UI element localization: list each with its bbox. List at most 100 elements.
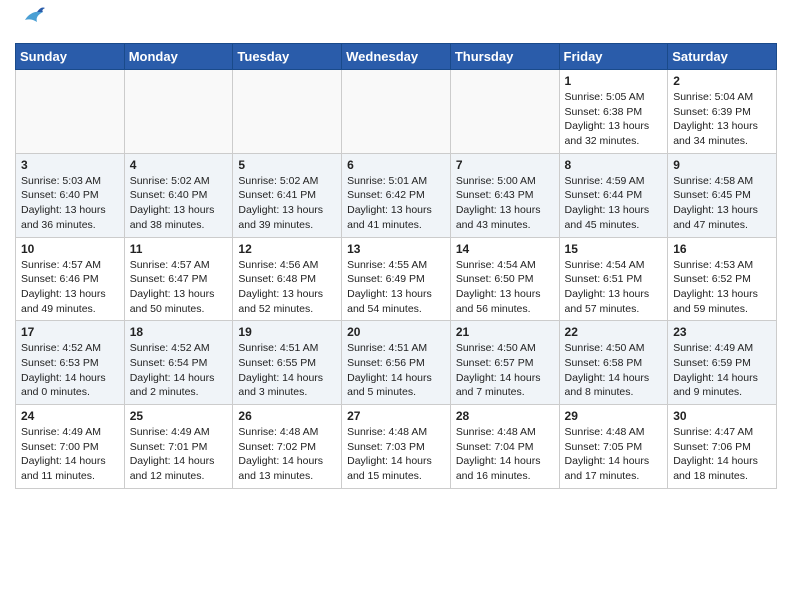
weekday-saturday: Saturday <box>668 44 777 70</box>
day-info: Sunrise: 4:48 AM Sunset: 7:05 PM Dayligh… <box>565 425 663 484</box>
day-info: Sunrise: 4:50 AM Sunset: 6:57 PM Dayligh… <box>456 341 554 400</box>
day-number: 7 <box>456 158 554 172</box>
day-info: Sunrise: 5:04 AM Sunset: 6:39 PM Dayligh… <box>673 90 771 149</box>
day-number: 5 <box>238 158 336 172</box>
weekday-header-row: SundayMondayTuesdayWednesdayThursdayFrid… <box>16 44 777 70</box>
day-cell: 15 Sunrise: 4:54 AM Sunset: 6:51 PM Dayli… <box>559 237 668 321</box>
day-info: Sunrise: 4:51 AM Sunset: 6:56 PM Dayligh… <box>347 341 445 400</box>
day-info: Sunrise: 5:02 AM Sunset: 6:40 PM Dayligh… <box>130 174 228 233</box>
day-cell: 2 Sunrise: 5:04 AM Sunset: 6:39 PM Daylig… <box>668 70 777 154</box>
weekday-wednesday: Wednesday <box>342 44 451 70</box>
day-info: Sunrise: 4:57 AM Sunset: 6:47 PM Dayligh… <box>130 258 228 317</box>
day-number: 2 <box>673 74 771 88</box>
day-info: Sunrise: 5:02 AM Sunset: 6:41 PM Dayligh… <box>238 174 336 233</box>
weekday-thursday: Thursday <box>450 44 559 70</box>
day-number: 12 <box>238 242 336 256</box>
day-cell: 19 Sunrise: 4:51 AM Sunset: 6:55 PM Dayli… <box>233 321 342 405</box>
day-cell: 25Sunrise: 4:49 AM Sunset: 7:01 PM Dayli… <box>124 405 233 489</box>
day-number: 30 <box>673 409 771 423</box>
day-cell: 22 Sunrise: 4:50 AM Sunset: 6:58 PM Dayli… <box>559 321 668 405</box>
day-info: Sunrise: 4:51 AM Sunset: 6:55 PM Dayligh… <box>238 341 336 400</box>
day-number: 20 <box>347 325 445 339</box>
day-cell: 26 Sunrise: 4:48 AM Sunset: 7:02 PM Dayli… <box>233 405 342 489</box>
day-info: Sunrise: 4:49 AM Sunset: 6:59 PM Dayligh… <box>673 341 771 400</box>
day-info: Sunrise: 4:54 AM Sunset: 6:51 PM Dayligh… <box>565 258 663 317</box>
day-info: Sunrise: 4:48 AM Sunset: 7:04 PM Dayligh… <box>456 425 554 484</box>
day-cell: 16 Sunrise: 4:53 AM Sunset: 6:52 PM Dayli… <box>668 237 777 321</box>
day-number: 19 <box>238 325 336 339</box>
day-info: Sunrise: 5:01 AM Sunset: 6:42 PM Dayligh… <box>347 174 445 233</box>
page: SundayMondayTuesdayWednesdayThursdayFrid… <box>0 0 792 499</box>
day-cell: 13Sunrise: 4:55 AM Sunset: 6:49 PM Dayli… <box>342 237 451 321</box>
day-info: Sunrise: 4:52 AM Sunset: 6:54 PM Dayligh… <box>130 341 228 400</box>
day-cell: 8 Sunrise: 4:59 AM Sunset: 6:44 PM Daylig… <box>559 153 668 237</box>
day-number: 17 <box>21 325 119 339</box>
weekday-friday: Friday <box>559 44 668 70</box>
day-info: Sunrise: 4:48 AM Sunset: 7:03 PM Dayligh… <box>347 425 445 484</box>
day-info: Sunrise: 4:50 AM Sunset: 6:58 PM Dayligh… <box>565 341 663 400</box>
day-info: Sunrise: 4:56 AM Sunset: 6:48 PM Dayligh… <box>238 258 336 317</box>
week-row-5: 24Sunrise: 4:49 AM Sunset: 7:00 PM Dayli… <box>16 405 777 489</box>
day-cell: 7 Sunrise: 5:00 AM Sunset: 6:43 PM Daylig… <box>450 153 559 237</box>
day-cell <box>16 70 125 154</box>
day-cell <box>450 70 559 154</box>
week-row-4: 17 Sunrise: 4:52 AM Sunset: 6:53 PM Dayli… <box>16 321 777 405</box>
day-cell: 9 Sunrise: 4:58 AM Sunset: 6:45 PM Daylig… <box>668 153 777 237</box>
day-cell: 23 Sunrise: 4:49 AM Sunset: 6:59 PM Dayli… <box>668 321 777 405</box>
week-row-3: 10 Sunrise: 4:57 AM Sunset: 6:46 PM Dayli… <box>16 237 777 321</box>
day-number: 3 <box>21 158 119 172</box>
day-cell: 24Sunrise: 4:49 AM Sunset: 7:00 PM Dayli… <box>16 405 125 489</box>
day-number: 22 <box>565 325 663 339</box>
day-number: 4 <box>130 158 228 172</box>
day-number: 9 <box>673 158 771 172</box>
calendar-table: SundayMondayTuesdayWednesdayThursdayFrid… <box>15 43 777 489</box>
day-number: 6 <box>347 158 445 172</box>
day-info: Sunrise: 4:47 AM Sunset: 7:06 PM Dayligh… <box>673 425 771 484</box>
logo <box>15 10 47 37</box>
day-cell: 27 Sunrise: 4:48 AM Sunset: 7:03 PM Dayli… <box>342 405 451 489</box>
day-cell: 1Sunrise: 5:05 AM Sunset: 6:38 PM Daylig… <box>559 70 668 154</box>
day-info: Sunrise: 5:05 AM Sunset: 6:38 PM Dayligh… <box>565 90 663 149</box>
day-info: Sunrise: 5:03 AM Sunset: 6:40 PM Dayligh… <box>21 174 119 233</box>
day-info: Sunrise: 4:53 AM Sunset: 6:52 PM Dayligh… <box>673 258 771 317</box>
day-cell: 29 Sunrise: 4:48 AM Sunset: 7:05 PM Dayli… <box>559 405 668 489</box>
day-info: Sunrise: 4:49 AM Sunset: 7:01 PM Dayligh… <box>130 425 228 484</box>
weekday-tuesday: Tuesday <box>233 44 342 70</box>
day-cell <box>124 70 233 154</box>
day-info: Sunrise: 4:52 AM Sunset: 6:53 PM Dayligh… <box>21 341 119 400</box>
day-info: Sunrise: 4:58 AM Sunset: 6:45 PM Dayligh… <box>673 174 771 233</box>
day-number: 23 <box>673 325 771 339</box>
day-cell: 18Sunrise: 4:52 AM Sunset: 6:54 PM Dayli… <box>124 321 233 405</box>
day-number: 26 <box>238 409 336 423</box>
day-number: 24 <box>21 409 119 423</box>
day-number: 27 <box>347 409 445 423</box>
day-cell <box>342 70 451 154</box>
day-cell: 21 Sunrise: 4:50 AM Sunset: 6:57 PM Dayli… <box>450 321 559 405</box>
day-cell: 12 Sunrise: 4:56 AM Sunset: 6:48 PM Dayli… <box>233 237 342 321</box>
weekday-monday: Monday <box>124 44 233 70</box>
day-number: 15 <box>565 242 663 256</box>
day-number: 8 <box>565 158 663 172</box>
day-cell: 5 Sunrise: 5:02 AM Sunset: 6:41 PM Daylig… <box>233 153 342 237</box>
day-info: Sunrise: 4:55 AM Sunset: 6:49 PM Dayligh… <box>347 258 445 317</box>
day-info: Sunrise: 4:59 AM Sunset: 6:44 PM Dayligh… <box>565 174 663 233</box>
day-number: 28 <box>456 409 554 423</box>
day-cell <box>233 70 342 154</box>
day-number: 10 <box>21 242 119 256</box>
day-cell: 6 Sunrise: 5:01 AM Sunset: 6:42 PM Daylig… <box>342 153 451 237</box>
day-cell: 3 Sunrise: 5:03 AM Sunset: 6:40 PM Daylig… <box>16 153 125 237</box>
logo-bird-icon <box>17 2 47 37</box>
day-cell: 28 Sunrise: 4:48 AM Sunset: 7:04 PM Dayli… <box>450 405 559 489</box>
header <box>15 10 777 37</box>
day-number: 11 <box>130 242 228 256</box>
day-number: 29 <box>565 409 663 423</box>
day-cell: 11 Sunrise: 4:57 AM Sunset: 6:47 PM Dayli… <box>124 237 233 321</box>
day-info: Sunrise: 5:00 AM Sunset: 6:43 PM Dayligh… <box>456 174 554 233</box>
day-number: 16 <box>673 242 771 256</box>
day-number: 14 <box>456 242 554 256</box>
day-info: Sunrise: 4:57 AM Sunset: 6:46 PM Dayligh… <box>21 258 119 317</box>
day-cell: 30 Sunrise: 4:47 AM Sunset: 7:06 PM Dayli… <box>668 405 777 489</box>
day-number: 21 <box>456 325 554 339</box>
day-info: Sunrise: 4:48 AM Sunset: 7:02 PM Dayligh… <box>238 425 336 484</box>
day-cell: 10 Sunrise: 4:57 AM Sunset: 6:46 PM Dayli… <box>16 237 125 321</box>
